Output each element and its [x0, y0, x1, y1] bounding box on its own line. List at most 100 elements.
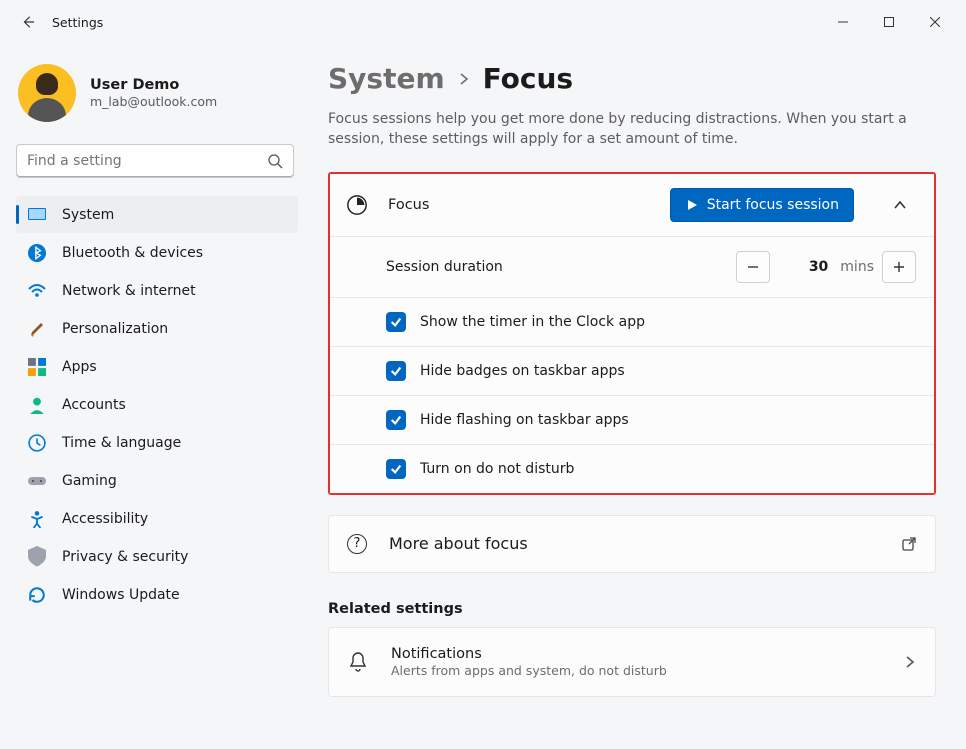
- wifi-icon: [28, 282, 46, 300]
- more-about-label: More about focus: [389, 534, 528, 553]
- search-icon: [267, 153, 283, 169]
- clock-globe-icon: [28, 434, 46, 452]
- session-duration-row: Session duration 30 mins: [330, 237, 934, 298]
- notifications-title: Notifications: [391, 646, 667, 662]
- chevron-up-icon: [893, 198, 907, 212]
- window-title: Settings: [52, 15, 103, 30]
- apps-icon: [28, 358, 46, 376]
- bluetooth-icon: [28, 244, 46, 262]
- shield-icon: [28, 548, 46, 566]
- nav-item-windows-update[interactable]: Windows Update: [16, 576, 298, 613]
- accessibility-icon: [28, 510, 46, 528]
- nav-label: Windows Update: [62, 587, 180, 603]
- minimize-icon: [838, 17, 848, 27]
- breadcrumb: System Focus: [328, 62, 936, 95]
- nav-label: Personalization: [62, 321, 168, 337]
- nav-item-privacy[interactable]: Privacy & security: [16, 538, 298, 575]
- focus-header-row: Focus Start focus session: [330, 174, 934, 237]
- decrease-duration-button[interactable]: [736, 251, 770, 283]
- collapse-button[interactable]: [884, 189, 916, 221]
- check-icon: [390, 316, 402, 328]
- focus-card: Focus Start focus session Session durati…: [330, 174, 934, 493]
- notifications-subtitle: Alerts from apps and system, do not dist…: [391, 663, 667, 678]
- option-dnd: Turn on do not disturb: [330, 445, 934, 493]
- person-icon: [28, 396, 46, 414]
- nav-item-time-language[interactable]: Time & language: [16, 424, 298, 461]
- chevron-right-icon: [903, 655, 917, 669]
- option-show-timer: Show the timer in the Clock app: [330, 298, 934, 347]
- option-label: Show the timer in the Clock app: [420, 314, 645, 330]
- external-link-icon: [901, 536, 917, 552]
- profile-name: User Demo: [90, 77, 217, 93]
- maximize-button[interactable]: [866, 6, 912, 38]
- page-description: Focus sessions help you get more done by…: [328, 109, 928, 150]
- close-button[interactable]: [912, 6, 958, 38]
- checkbox-dnd[interactable]: [386, 459, 406, 479]
- session-duration-label: Session duration: [386, 259, 503, 275]
- more-about-focus-card[interactable]: ? More about focus: [328, 515, 936, 573]
- duration-stepper: 30 mins: [736, 251, 916, 283]
- plus-icon: [892, 260, 906, 274]
- brush-icon: [28, 320, 46, 338]
- checkbox-show-timer[interactable]: [386, 312, 406, 332]
- nav-item-personalization[interactable]: Personalization: [16, 310, 298, 347]
- minimize-button[interactable]: [820, 6, 866, 38]
- search-input[interactable]: [27, 153, 267, 169]
- nav-label: Bluetooth & devices: [62, 245, 203, 261]
- nav-item-accessibility[interactable]: Accessibility: [16, 500, 298, 537]
- duration-unit: mins: [840, 259, 874, 275]
- arrow-left-icon: [21, 15, 35, 29]
- nav-item-network[interactable]: Network & internet: [16, 272, 298, 309]
- start-button-label: Start focus session: [707, 197, 839, 213]
- nav-item-gaming[interactable]: Gaming: [16, 462, 298, 499]
- nav: System Bluetooth & devices Network & int…: [16, 196, 298, 613]
- close-icon: [930, 17, 940, 27]
- focus-icon: [346, 194, 368, 216]
- maximize-icon: [884, 17, 894, 27]
- breadcrumb-parent[interactable]: System: [328, 62, 445, 95]
- gamepad-icon: [28, 472, 46, 490]
- start-focus-session-button[interactable]: Start focus session: [670, 188, 854, 222]
- nav-item-system[interactable]: System: [16, 196, 298, 233]
- minus-icon: [746, 260, 760, 274]
- breadcrumb-current: Focus: [483, 62, 573, 95]
- option-label: Turn on do not disturb: [420, 461, 574, 477]
- content-area: System Focus Focus sessions help you get…: [310, 44, 966, 749]
- option-label: Hide flashing on taskbar apps: [420, 412, 629, 428]
- profile-block[interactable]: User Demo m_lab@outlook.com: [16, 54, 298, 140]
- nav-label: Privacy & security: [62, 549, 188, 565]
- option-label: Hide badges on taskbar apps: [420, 363, 625, 379]
- duration-value: 30: [778, 259, 832, 275]
- focus-label: Focus: [388, 197, 650, 213]
- profile-email: m_lab@outlook.com: [90, 94, 217, 109]
- check-icon: [390, 365, 402, 377]
- checkbox-hide-badges[interactable]: [386, 361, 406, 381]
- sidebar: User Demo m_lab@outlook.com System Bluet…: [0, 44, 310, 749]
- nav-item-accounts[interactable]: Accounts: [16, 386, 298, 423]
- help-icon: ?: [347, 534, 367, 554]
- avatar: [18, 64, 76, 122]
- option-hide-flashing: Hide flashing on taskbar apps: [330, 396, 934, 445]
- nav-label: Apps: [62, 359, 97, 375]
- title-bar: Settings: [0, 0, 966, 44]
- nav-label: Time & language: [62, 435, 181, 451]
- play-icon: [685, 198, 699, 212]
- chevron-right-icon: [457, 72, 471, 86]
- check-icon: [390, 414, 402, 426]
- bell-icon: [347, 651, 369, 673]
- notifications-card[interactable]: Notifications Alerts from apps and syste…: [328, 627, 936, 697]
- nav-item-apps[interactable]: Apps: [16, 348, 298, 385]
- update-icon: [28, 586, 46, 604]
- increase-duration-button[interactable]: [882, 251, 916, 283]
- related-settings-heading: Related settings: [328, 601, 936, 617]
- window-controls: [820, 6, 958, 38]
- nav-label: Accounts: [62, 397, 126, 413]
- nav-item-bluetooth[interactable]: Bluetooth & devices: [16, 234, 298, 271]
- nav-label: Network & internet: [62, 283, 196, 299]
- back-button[interactable]: [8, 2, 48, 42]
- search-box[interactable]: [16, 144, 294, 178]
- check-icon: [390, 463, 402, 475]
- checkbox-hide-flashing[interactable]: [386, 410, 406, 430]
- nav-label: Accessibility: [62, 511, 148, 527]
- option-hide-badges: Hide badges on taskbar apps: [330, 347, 934, 396]
